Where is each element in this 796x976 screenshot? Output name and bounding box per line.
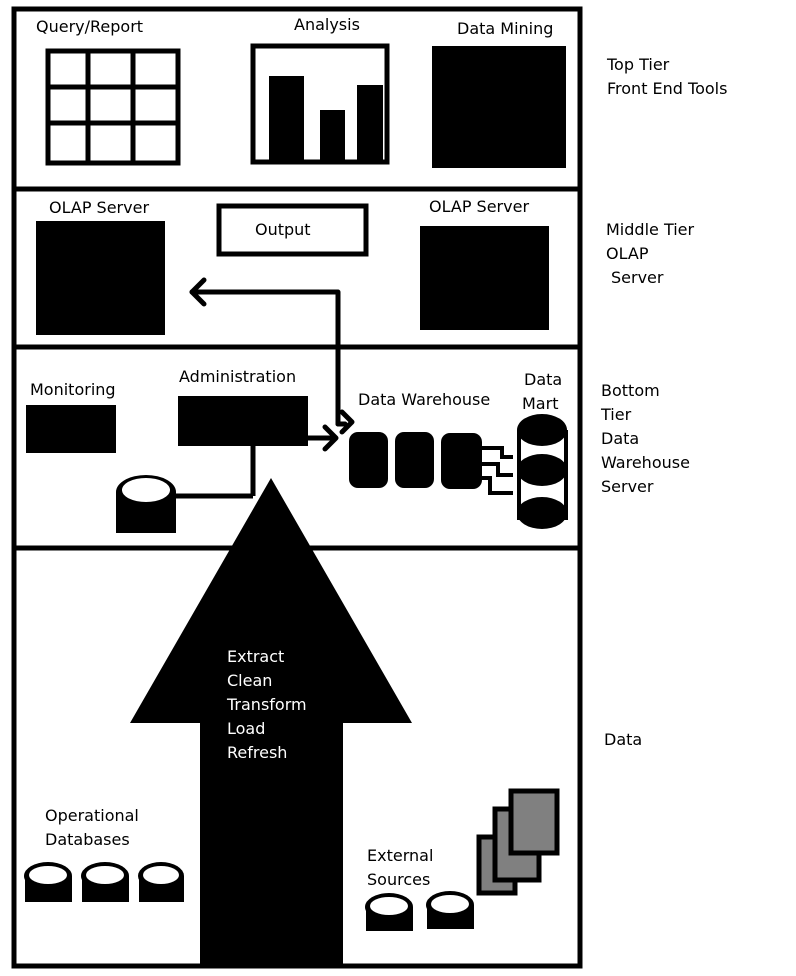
external-database-icons	[365, 891, 474, 931]
side-label-line: Data	[601, 429, 639, 448]
data-mining-block-icon	[432, 46, 566, 168]
top-tier-side-label: Top Tier Front End Tools	[606, 55, 727, 98]
bar-chart-icon	[250, 43, 390, 165]
side-label-line: Tier	[600, 405, 632, 424]
olap-server-right-block	[420, 226, 549, 330]
side-label-line: Server	[611, 268, 664, 287]
etl-step: Extract	[227, 647, 284, 666]
monitoring-block	[26, 405, 116, 453]
external-label-line1: External	[367, 846, 433, 865]
etl-step: Clean	[227, 671, 272, 690]
chart-bar	[357, 85, 383, 162]
side-label-line: Data	[604, 730, 642, 749]
document-icon	[508, 788, 560, 856]
database-icon	[81, 862, 129, 902]
analysis-label: Analysis	[294, 15, 360, 34]
data-mining-label: Data Mining	[457, 19, 553, 38]
database-icon	[138, 862, 184, 902]
operational-label-line1: Operational	[45, 806, 139, 825]
etl-step: Transform	[226, 695, 307, 714]
side-label-line: Warehouse	[601, 453, 690, 472]
monitoring-label: Monitoring	[30, 380, 116, 399]
database-icon	[426, 891, 474, 929]
data-warehouse-label: Data Warehouse	[358, 390, 490, 409]
olap-server-left-label: OLAP Server	[49, 198, 149, 217]
admin-connector	[176, 446, 256, 499]
side-label-line: Bottom	[601, 381, 660, 400]
database-icon	[365, 893, 413, 931]
data-warehouse-storage-icon	[349, 432, 482, 489]
etl-step: Refresh	[227, 743, 287, 762]
chart-bar	[320, 110, 345, 162]
grid-table-icon	[45, 48, 181, 166]
output-label: Output	[255, 220, 311, 239]
side-label-line: Middle Tier	[606, 220, 695, 239]
data-mart-label-line1: Data	[524, 370, 562, 389]
warehouse-unit	[441, 433, 482, 489]
olap-server-left-block	[36, 221, 165, 335]
warehouse-to-mart-connectors	[482, 446, 513, 495]
query-report-label: Query/Report	[36, 17, 143, 36]
side-label-line: Top Tier	[606, 55, 670, 74]
middle-tier-side-label: Middle Tier OLAP Server	[606, 220, 695, 287]
administration-label: Administration	[179, 367, 296, 386]
side-label-line: OLAP	[606, 244, 649, 263]
operational-label-line2: Databases	[45, 830, 130, 849]
architecture-diagram: Query/Report Analysis Data Mining OLAP S…	[11, 6, 727, 969]
operational-database-icons	[24, 862, 184, 902]
data-tier-side-label: Data	[604, 730, 642, 749]
side-label-line: Server	[601, 477, 654, 496]
side-label-line: Front End Tools	[607, 79, 727, 98]
administration-block	[178, 396, 308, 446]
external-documents-icon	[476, 788, 560, 896]
metadata-database-icon	[116, 475, 176, 533]
bottom-tier-side-label: Bottom Tier Data Warehouse Server	[600, 381, 690, 496]
external-label-line2: Sources	[367, 870, 430, 889]
data-mart-label-line2: Mart	[522, 394, 558, 413]
database-icon	[24, 862, 72, 902]
warehouse-unit	[395, 432, 434, 488]
warehouse-unit	[349, 432, 388, 488]
etl-step: Load	[227, 719, 265, 738]
chart-bar	[269, 76, 304, 162]
data-mart-cylinder-icon	[517, 414, 568, 529]
admin-to-warehouse-arrow	[305, 424, 339, 452]
olap-server-right-label: OLAP Server	[429, 197, 529, 216]
